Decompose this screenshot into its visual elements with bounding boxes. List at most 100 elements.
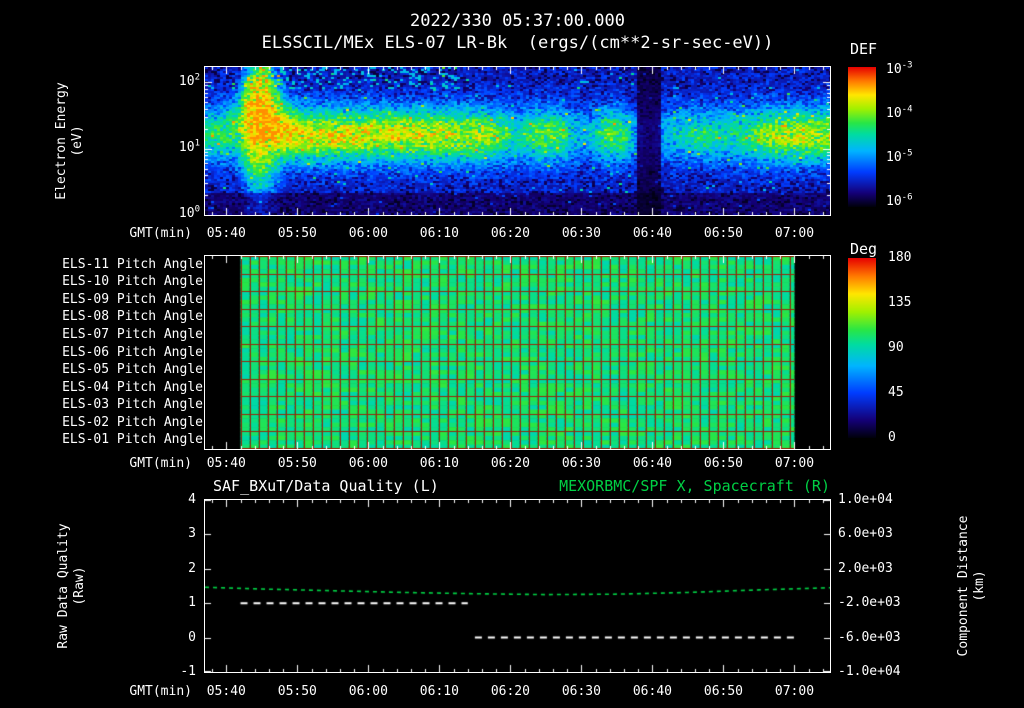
pitch-row-label: ELS-04 Pitch Angle <box>62 379 203 395</box>
distance-axis-tick: 1.0e+04 <box>838 492 893 507</box>
x-tick-label-panel1: 06:40 <box>632 226 672 241</box>
quality-axis-tick: 4 <box>188 492 196 507</box>
distance-axis-tick: -2.0e+03 <box>838 595 901 611</box>
electron-energy-axis-label: Electron Energy (eV) <box>54 82 86 199</box>
x-tick-label-panel2: 06:00 <box>348 456 388 471</box>
pitch-row-label: ELS-01 Pitch Angle <box>62 432 203 448</box>
quality-axis-label-line2: (Raw) <box>72 566 87 606</box>
x-tick-label-panel1: 07:00 <box>774 226 815 241</box>
deg-colorbar-tick: 0 <box>888 430 896 445</box>
tick-exponent: 2 <box>194 72 200 83</box>
distance-axis-tick: -1.0e+04 <box>838 664 901 679</box>
deg-colorbar-tick: 45 <box>888 385 904 400</box>
distance-axis-label-line2: (km) <box>972 570 987 602</box>
x-tick-label-panel3: 06:50 <box>703 684 744 699</box>
line-chart-canvas <box>205 500 830 672</box>
x-tick-label-panel1: 06:20 <box>490 226 530 241</box>
tick-mantissa: 10 <box>886 194 902 209</box>
deg-colorbar-tick: 90 <box>888 340 904 355</box>
x-tick-label-panel2: 05:50 <box>277 456 317 471</box>
pitch-row-label: ELS-07 Pitch Angle <box>62 326 203 342</box>
line-frame <box>204 499 831 673</box>
spectrogram-canvas <box>205 67 830 215</box>
gmt-axis-label-2: GMT(min) <box>129 456 192 471</box>
tick-exponent: -4 <box>901 104 913 115</box>
x-tick-label-panel1: 06:10 <box>419 226 459 241</box>
x-tick-label-panel3: 06:10 <box>419 684 459 699</box>
quality-axis-label-line1: Raw Data Quality <box>56 523 71 649</box>
plot-title: 2022/330 05:37:00.000 <box>410 11 625 31</box>
quality-axis-tick: 1 <box>188 595 196 611</box>
x-tick-label-panel2: 06:30 <box>561 456 601 471</box>
deg-colorbar-tick: 135 <box>888 295 912 310</box>
distance-axis-label-line1: Component Distance <box>956 515 971 657</box>
def-colorbar-label: DEF <box>850 40 878 58</box>
tick-mantissa: 10 <box>886 106 902 121</box>
x-tick-label-panel3: 05:40 <box>206 684 246 699</box>
x-tick-label-panel2: 06:20 <box>490 456 530 471</box>
energy-tick-label: 101 <box>156 138 200 156</box>
distance-axis-tick: -6.0e+03 <box>838 629 901 645</box>
spacecraft-title: MEXORBMC/SPF X, Spacecraft (R) <box>559 477 830 495</box>
x-tick-label-panel1: 06:00 <box>348 226 388 241</box>
deg-colorbar-label: Deg <box>850 240 878 258</box>
x-tick-label-panel3: 06:20 <box>490 684 530 699</box>
spectrogram-frame <box>204 66 831 216</box>
quality-axis-tick: 2 <box>188 560 196 576</box>
x-tick-label-panel3: 06:40 <box>632 684 672 699</box>
x-tick-label-panel3: 06:30 <box>561 684 601 699</box>
def-colorbar-tick: 10-6 <box>886 192 913 210</box>
x-tick-label-panel2: 06:40 <box>632 456 672 471</box>
x-tick-label-panel2: 07:00 <box>774 456 815 471</box>
tick-exponent: -3 <box>901 60 913 71</box>
quality-axis-tick: -1 <box>180 664 196 679</box>
deg-colorbar <box>848 258 876 438</box>
tick-exponent: 1 <box>194 138 200 149</box>
pitch-row-label: ELS-03 Pitch Angle <box>62 397 203 413</box>
quality-title: SAF_BXuT/Data Quality (L) <box>213 477 439 495</box>
tick-mantissa: 10 <box>178 206 195 221</box>
x-tick-label-panel1: 05:40 <box>206 226 246 241</box>
pitch-canvas <box>205 256 830 449</box>
deg-colorbar-tick: 180 <box>888 250 912 265</box>
def-colorbar-tick: 10-4 <box>886 104 913 122</box>
pitch-row-label: ELS-02 Pitch Angle <box>62 414 203 430</box>
x-tick-label-panel1: 05:50 <box>277 226 317 241</box>
electron-energy-label-line1: Electron Energy <box>54 82 69 200</box>
quality-axis-tick: 0 <box>188 629 196 645</box>
tick-exponent: -6 <box>901 192 913 203</box>
x-tick-label-panel3: 05:50 <box>277 684 317 699</box>
distance-axis-tick: 6.0e+03 <box>838 526 893 542</box>
gmt-axis-label-1: GMT(min) <box>129 226 192 241</box>
pitch-row-label: ELS-06 Pitch Angle <box>62 344 203 360</box>
def-colorbar-tick: 10-5 <box>886 148 913 166</box>
pitch-frame <box>204 255 831 450</box>
def-colorbar <box>848 67 876 207</box>
pitch-row-label: ELS-08 Pitch Angle <box>62 309 203 325</box>
pitch-row-label: ELS-11 Pitch Angle <box>62 256 203 272</box>
quality-axis-tick: 3 <box>188 526 196 542</box>
tick-mantissa: 10 <box>886 62 902 77</box>
tick-mantissa: 10 <box>178 74 195 89</box>
quality-axis-label: Raw Data Quality (Raw) <box>56 523 88 648</box>
energy-tick-label: 102 <box>156 72 200 90</box>
x-tick-label-panel2: 06:50 <box>703 456 744 471</box>
energy-tick-label: 100 <box>156 204 200 222</box>
plot-subtitle: ELSSCIL/MEx ELS-07 LR-Bk (ergs/(cm**2-sr… <box>261 33 774 53</box>
def-colorbar-tick: 10-3 <box>886 60 913 78</box>
tick-exponent: 0 <box>194 204 200 215</box>
x-tick-label-panel3: 06:00 <box>348 684 388 699</box>
x-tick-label-panel2: 06:10 <box>419 456 459 471</box>
x-tick-label-panel3: 07:00 <box>774 684 815 699</box>
distance-axis-label: Component Distance (km) <box>956 516 988 657</box>
pitch-row-label: ELS-09 Pitch Angle <box>62 291 203 307</box>
gmt-axis-label-3: GMT(min) <box>129 684 192 699</box>
x-tick-label-panel2: 05:40 <box>206 456 246 471</box>
plot-window: 2022/330 05:37:00.000 ELSSCIL/MEx ELS-07… <box>0 0 1024 708</box>
x-tick-label-panel1: 06:30 <box>561 226 601 241</box>
tick-mantissa: 10 <box>178 140 195 155</box>
pitch-row-label: ELS-10 Pitch Angle <box>62 274 203 290</box>
distance-axis-tick: 2.0e+03 <box>838 560 893 576</box>
tick-exponent: -5 <box>901 148 913 159</box>
electron-energy-label-line2: (eV) <box>70 125 85 157</box>
